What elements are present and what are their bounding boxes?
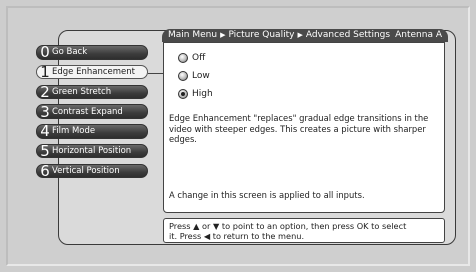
radio-button-checked-icon[interactable] bbox=[178, 89, 188, 99]
menu-item-number: 6 bbox=[40, 163, 50, 179]
menu-item-number: 4 bbox=[40, 124, 50, 139]
menu-item-film-mode[interactable]: 4 Film Mode bbox=[36, 124, 148, 139]
selection-connector bbox=[148, 73, 164, 74]
options-panel: Off Low High Edge Enhancement "replaces"… bbox=[163, 42, 445, 213]
input-source-label: Antenna A bbox=[395, 30, 442, 40]
menu-item-vertical-position[interactable]: 6 Vertical Position bbox=[36, 163, 148, 179]
breadcrumb-separator-icon: ▶ bbox=[297, 31, 303, 39]
menu-item-horizontal-position[interactable]: 5 Horizontal Position bbox=[36, 143, 148, 159]
help-text-box: Press ▲ or ▼ to point to an option, then… bbox=[163, 218, 445, 243]
breadcrumb-picture-quality: Picture Quality bbox=[228, 30, 295, 40]
option-high[interactable]: High bbox=[178, 89, 213, 99]
menu-item-label: Go Back bbox=[52, 47, 88, 58]
option-off[interactable]: Off bbox=[178, 53, 205, 63]
breadcrumb-separator-icon: ▶ bbox=[220, 31, 226, 39]
option-label: High bbox=[192, 89, 213, 99]
menu-item-label: Horizontal Position bbox=[52, 146, 132, 157]
apply-note: A change in this screen is applied to al… bbox=[169, 190, 365, 200]
menu-item-contrast-expand[interactable]: 3 Contrast Expand bbox=[36, 104, 148, 119]
radio-button-icon[interactable] bbox=[178, 71, 188, 81]
menu-item-label: Film Mode bbox=[52, 126, 96, 137]
header-bar: Main Menu ▶ Picture Quality ▶ Advanced S… bbox=[162, 29, 448, 42]
option-low[interactable]: Low bbox=[178, 71, 210, 81]
menu-item-number: 2 bbox=[40, 84, 50, 100]
menu-item-number: 3 bbox=[40, 104, 50, 119]
menu-item-number: 1 bbox=[40, 64, 50, 80]
menu-item-edge-enhancement[interactable]: 1 Edge Enhancement bbox=[36, 64, 148, 80]
menu-item-go-back[interactable]: 0 Go Back bbox=[36, 45, 148, 60]
breadcrumb-main-menu: Main Menu bbox=[168, 30, 218, 40]
help-line-2: it. Press ◀ to return to the menu. bbox=[169, 231, 305, 241]
menu-item-green-stretch[interactable]: 2 Green Stretch bbox=[36, 84, 148, 100]
breadcrumb: Main Menu ▶ Picture Quality ▶ Advanced S… bbox=[168, 29, 390, 42]
menu-item-label: Edge Enhancement bbox=[52, 67, 135, 78]
menu-item-number: 0 bbox=[40, 45, 50, 60]
menu-item-label: Contrast Expand bbox=[52, 106, 123, 117]
menu-item-label: Green Stretch bbox=[52, 86, 112, 97]
menu-item-label: Vertical Position bbox=[52, 166, 120, 177]
option-label: Low bbox=[192, 71, 210, 81]
option-description: Edge Enhancement "replaces" gradual edge… bbox=[169, 113, 429, 144]
radio-button-icon[interactable] bbox=[178, 53, 188, 63]
menu-item-number: 5 bbox=[40, 143, 50, 159]
help-line-1: Press ▲ or ▼ to point to an option, then… bbox=[169, 221, 407, 231]
option-label: Off bbox=[192, 53, 206, 63]
breadcrumb-advanced-settings: Advanced Settings bbox=[305, 30, 391, 40]
settings-menu: 0 Go Back 1 Edge Enhancement 2 Green Str… bbox=[36, 45, 148, 184]
